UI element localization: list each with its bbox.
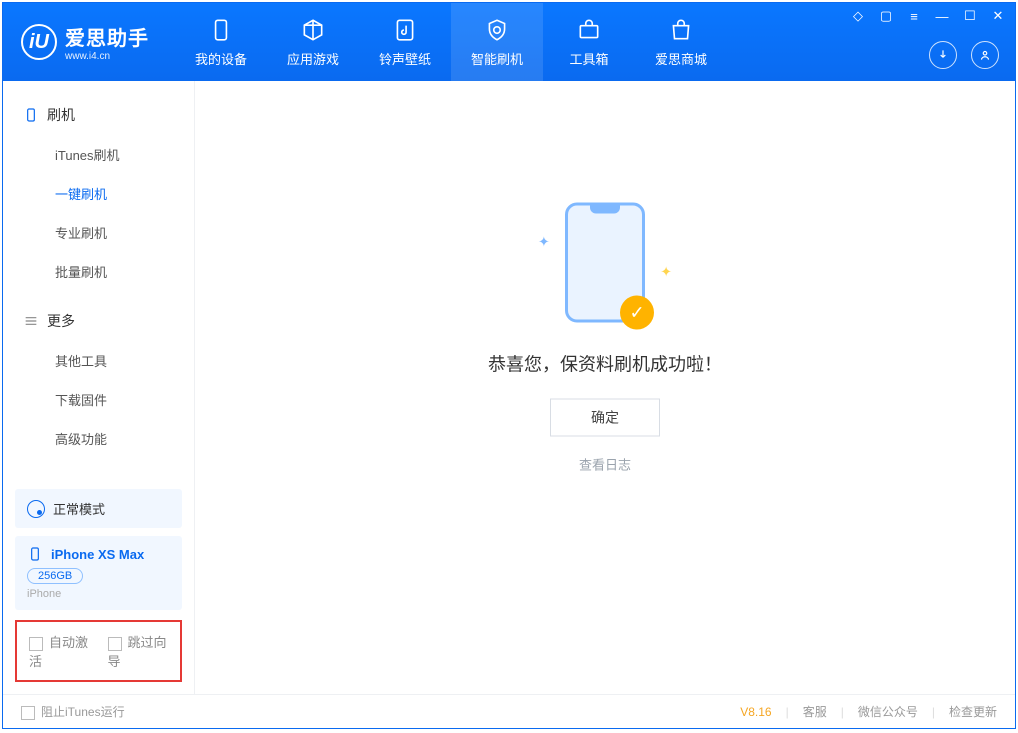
device-name: iPhone XS Max [51, 547, 144, 562]
nav-label: 铃声壁纸 [379, 49, 431, 68]
confirm-button[interactable]: 确定 [550, 399, 660, 437]
group-label: 刷机 [47, 105, 75, 125]
refresh-shield-icon [484, 17, 510, 43]
sidebar-item-pro-flash[interactable]: 专业刷机 [3, 213, 194, 252]
mode-card[interactable]: 正常模式 [15, 489, 182, 528]
app-logo: iU 爱思助手 www.i4.cn [3, 22, 167, 62]
wechat-link[interactable]: 微信公众号 [858, 703, 918, 720]
window-controls: ◇ ▢ ≡ — ☐ ✕ [851, 9, 1005, 23]
minimize-button[interactable]: — [935, 9, 949, 23]
menu-icon[interactable]: ≡ [907, 9, 921, 23]
check-badge-icon: ✓ [620, 296, 654, 330]
nav-my-device[interactable]: 我的设备 [175, 3, 267, 81]
download-button[interactable] [929, 41, 957, 69]
logo-icon: iU [21, 24, 57, 60]
sidebar-group-more: 更多 [3, 301, 194, 341]
flash-options-highlight: 自动激活 跳过向导 [15, 620, 182, 682]
phone-icon [27, 546, 43, 562]
titlebar: iU 爱思助手 www.i4.cn 我的设备 应用游戏 铃声壁纸 智能刷机 [3, 3, 1015, 81]
device-type: iPhone [27, 588, 170, 600]
nav-ringtone-wallpaper[interactable]: 铃声壁纸 [359, 3, 451, 81]
maximize-button[interactable]: ☐ [963, 9, 977, 23]
nav-apps-games[interactable]: 应用游戏 [267, 3, 359, 81]
phone-icon [208, 17, 234, 43]
sparkle-icon: ✦ [660, 264, 672, 281]
sidebar-item-advanced[interactable]: 高级功能 [3, 419, 194, 458]
bag-icon [668, 17, 694, 43]
success-message: 恭喜您，保资料刷机成功啦！ [488, 351, 722, 377]
app-title: 爱思助手 [65, 22, 149, 51]
sidebar: 刷机 iTunes刷机 一键刷机 专业刷机 批量刷机 更多 其他工具 下载固件 … [3, 81, 195, 694]
sidebar-item-oneclick-flash[interactable]: 一键刷机 [3, 174, 194, 213]
toolbox-icon [576, 17, 602, 43]
main-nav: 我的设备 应用游戏 铃声壁纸 智能刷机 工具箱 爱思商城 [175, 3, 727, 81]
nav-label: 应用游戏 [287, 49, 339, 68]
device-capacity: 256GB [27, 568, 83, 584]
sparkle-icon: ✦ [538, 234, 550, 251]
sidebar-group-flash: 刷机 [3, 95, 194, 135]
group-label: 更多 [47, 311, 75, 331]
view-logs-link[interactable]: 查看日志 [488, 455, 722, 474]
mode-label: 正常模式 [53, 499, 105, 518]
service-link[interactable]: 客服 [803, 703, 827, 720]
header-actions [929, 41, 999, 69]
nav-store[interactable]: 爱思商城 [635, 3, 727, 81]
phone-success-illustration: ✦ ✦ ✓ [565, 203, 645, 323]
skin-icon[interactable]: ◇ [851, 9, 865, 23]
close-button[interactable]: ✕ [991, 9, 1005, 23]
account-button[interactable] [971, 41, 999, 69]
body: 刷机 iTunes刷机 一键刷机 专业刷机 批量刷机 更多 其他工具 下载固件 … [3, 81, 1015, 694]
nav-label: 爱思商城 [655, 49, 707, 68]
device-card[interactable]: iPhone XS Max 256GB iPhone [15, 536, 182, 610]
sidebar-item-download-firmware[interactable]: 下载固件 [3, 380, 194, 419]
statusbar: 阻止iTunes运行 V8.16 | 客服 | 微信公众号 | 检查更新 [3, 694, 1015, 728]
nav-toolbox[interactable]: 工具箱 [543, 3, 635, 81]
app-url: www.i4.cn [65, 51, 149, 62]
checkbox-auto-activate[interactable]: 自动激活 [29, 632, 90, 670]
main-content: ✦ ✦ ✓ 恭喜您，保资料刷机成功啦！ 确定 查看日志 [195, 81, 1015, 694]
nav-smart-flash[interactable]: 智能刷机 [451, 3, 543, 81]
sidebar-item-batch-flash[interactable]: 批量刷机 [3, 252, 194, 291]
feedback-icon[interactable]: ▢ [879, 9, 893, 23]
sidebar-item-itunes-flash[interactable]: iTunes刷机 [3, 135, 194, 174]
nav-label: 智能刷机 [471, 49, 523, 68]
version-label: V8.16 [740, 705, 771, 719]
sidebar-item-other-tools[interactable]: 其他工具 [3, 341, 194, 380]
checkbox-skip-guide[interactable]: 跳过向导 [108, 632, 169, 670]
cube-icon [300, 17, 326, 43]
success-panel: ✦ ✦ ✓ 恭喜您，保资料刷机成功啦！ 确定 查看日志 [488, 203, 722, 474]
music-file-icon [392, 17, 418, 43]
mode-icon [27, 500, 45, 518]
app-window: iU 爱思助手 www.i4.cn 我的设备 应用游戏 铃声壁纸 智能刷机 [2, 2, 1016, 729]
checkbox-block-itunes[interactable]: 阻止iTunes运行 [21, 703, 125, 720]
list-icon [23, 313, 39, 329]
phone-icon [23, 107, 39, 123]
nav-label: 我的设备 [195, 49, 247, 68]
check-update-link[interactable]: 检查更新 [949, 703, 997, 720]
nav-label: 工具箱 [569, 49, 608, 68]
